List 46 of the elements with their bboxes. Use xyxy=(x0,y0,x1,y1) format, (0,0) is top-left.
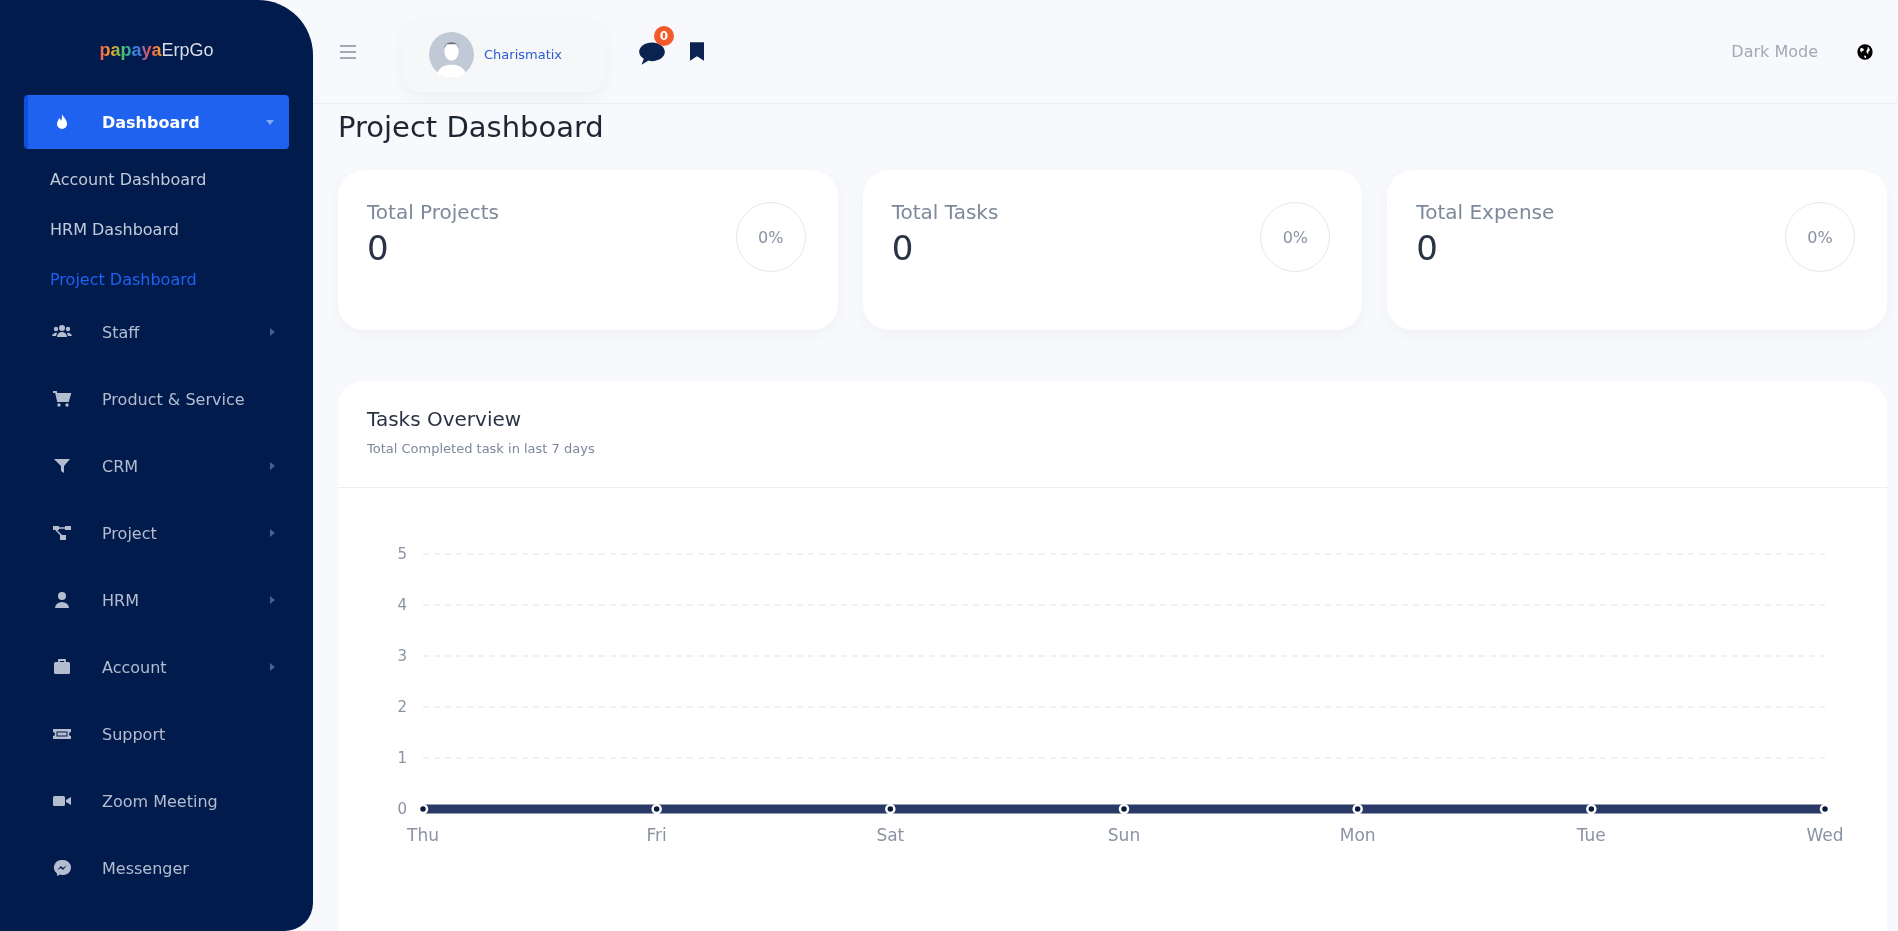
x-tick-label: Sun xyxy=(1107,825,1141,845)
stat-value: 0 xyxy=(891,228,915,268)
submenu-item[interactable]: Account Dashboard xyxy=(0,155,313,205)
logo-text: ErpGo xyxy=(161,40,214,61)
sidebar-item[interactable]: Product & Service xyxy=(24,372,289,426)
sidebar-item[interactable]: Staff xyxy=(24,305,289,359)
submenu-item[interactable]: HRM Dashboard xyxy=(0,205,313,255)
cart-icon xyxy=(52,389,72,409)
x-tick-label: Mon xyxy=(1339,825,1376,845)
sidebar-item[interactable]: Messenger xyxy=(24,841,289,895)
y-tick-label: 2 xyxy=(397,698,407,716)
briefcase-icon xyxy=(52,657,72,677)
y-tick-label: 0 xyxy=(397,800,407,818)
person-icon xyxy=(52,590,72,610)
card-subtitle: Total Completed task in last 7 days xyxy=(367,441,596,456)
x-tick-label: Sat xyxy=(876,825,905,845)
sidebar-item[interactable]: HRM xyxy=(24,573,289,627)
sidebar-item[interactable]: Project xyxy=(24,506,289,560)
stat-value: 0 xyxy=(367,228,390,268)
stat-value: 0 xyxy=(1416,228,1439,268)
sidebar-item[interactable]: Zoom Meeting xyxy=(24,774,289,828)
sidebar-item[interactable]: CRM xyxy=(24,439,289,493)
page-title: Project Dashboard xyxy=(338,110,605,144)
y-tick-label: 5 xyxy=(397,545,407,563)
user-menu[interactable]: Charismatix xyxy=(402,17,607,92)
funnel-icon xyxy=(52,456,72,476)
stat-title: Total Projects xyxy=(367,200,499,224)
y-tick-label: 1 xyxy=(397,749,407,767)
x-tick-label: Wed xyxy=(1806,825,1844,845)
avatar-icon xyxy=(429,32,474,77)
sidebar-item[interactable]: Dashboard xyxy=(24,95,289,149)
bookmark-icon[interactable] xyxy=(690,42,705,61)
globe-icon[interactable] xyxy=(1856,42,1874,61)
y-tick-label: 4 xyxy=(397,596,407,614)
sidebar-item[interactable]: Support xyxy=(24,707,289,761)
diagram-icon xyxy=(52,523,72,543)
x-tick-label: Fri xyxy=(646,825,667,845)
sidebar-item[interactable]: Account xyxy=(24,640,289,694)
message-count-badge: 0 xyxy=(654,25,675,46)
card-title: Tasks Overview xyxy=(367,407,523,431)
chat-bubble-icon xyxy=(52,858,72,878)
stat-title: Total Tasks xyxy=(891,200,999,224)
y-tick-label: 3 xyxy=(397,647,407,665)
x-tick-label: Tue xyxy=(1576,825,1606,845)
stat-title: Total Expense xyxy=(1416,200,1555,224)
x-tick-label: Thu xyxy=(407,825,439,845)
